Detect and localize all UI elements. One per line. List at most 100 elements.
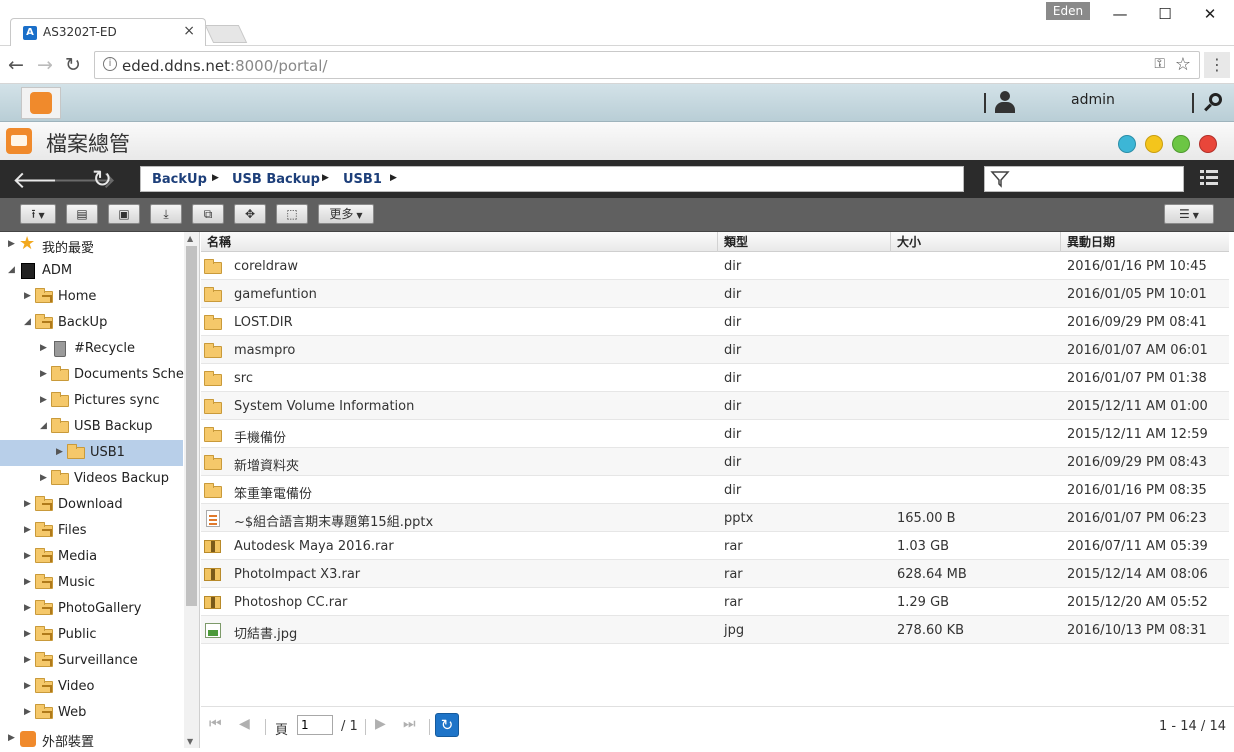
url-field[interactable]: i eded.ddns.net:8000/portal/ ⚿ ☆: [94, 51, 1200, 79]
file-row[interactable]: Autodesk Maya 2016.rar rar 1.03 GB 2016/07/…: [201, 532, 1230, 560]
breadcrumb-item[interactable]: BackUp: [152, 172, 207, 187]
file-row[interactable]: 新增資料夾 dir 2016/09/29 PM 08:43: [201, 448, 1230, 476]
browser-menu-icon[interactable]: ⋮: [1204, 52, 1230, 78]
tree-item[interactable]: ▶ 外部裝置: [0, 726, 183, 752]
file-row[interactable]: gamefuntion dir 2016/01/05 PM 10:01: [201, 280, 1230, 308]
tree-item[interactable]: ◢ BackUp: [0, 310, 183, 336]
breadcrumb-item[interactable]: USB1: [343, 172, 382, 187]
minimize-window-icon[interactable]: —: [1098, 2, 1142, 26]
username-label[interactable]: admin: [1071, 92, 1115, 108]
refresh-list-icon[interactable]: ↻: [435, 713, 459, 737]
column-header-modified[interactable]: 異動日期: [1061, 232, 1230, 252]
tree-item[interactable]: ▶ Videos Backup: [0, 466, 183, 492]
scroll-up-icon[interactable]: ▲: [187, 234, 193, 243]
search-icon[interactable]: [1203, 92, 1223, 114]
close-window-icon[interactable]: ✕: [1188, 2, 1232, 26]
tree-item[interactable]: ▶ Files: [0, 518, 183, 544]
tree-item[interactable]: ▶ Music: [0, 570, 183, 596]
file-row[interactable]: PhotoImpact X3.rar rar 628.64 MB 2015/12/14…: [201, 560, 1230, 588]
tree-item[interactable]: ▶ Home: [0, 284, 183, 310]
expand-arrow-icon[interactable]: ▶: [24, 551, 31, 561]
tree-item[interactable]: ▶ Download: [0, 492, 183, 518]
reload-icon[interactable]: ↻: [65, 54, 81, 76]
file-row[interactable]: coreldraw dir 2016/01/16 PM 10:45: [201, 252, 1230, 280]
expand-arrow-icon[interactable]: ▶: [24, 629, 31, 639]
file-row[interactable]: 手機備份 dir 2015/12/11 AM 12:59: [201, 420, 1230, 448]
back-arrow-icon[interactable]: ←: [8, 54, 24, 76]
file-row[interactable]: LOST.DIR dir 2016/09/29 PM 08:41: [201, 308, 1230, 336]
tree-item[interactable]: ◢ ADM: [0, 258, 183, 284]
tree-item[interactable]: ▶ ★ 我的最愛: [0, 232, 183, 258]
refresh-icon[interactable]: ↻: [92, 165, 112, 193]
tree-item[interactable]: ◢ USB Backup: [0, 414, 183, 440]
maximize-window-icon[interactable]: ☐: [1143, 2, 1187, 26]
tree-item[interactable]: ▶ USB1: [0, 440, 183, 466]
next-page-icon[interactable]: ▶: [375, 716, 386, 732]
column-header-name[interactable]: 名稱: [201, 232, 718, 252]
expand-arrow-icon[interactable]: ▶: [24, 525, 31, 535]
view-mode-list-icon[interactable]: [1200, 169, 1218, 187]
sidebar-scroll-thumb[interactable]: [186, 246, 197, 606]
file-row[interactable]: System Volume Information dir 2015/12/11 A…: [201, 392, 1230, 420]
expand-arrow-icon[interactable]: ▶: [24, 707, 31, 717]
saved-password-key-icon[interactable]: ⚿: [1154, 56, 1165, 72]
tree-item[interactable]: ▶ Documents Sched: [0, 362, 192, 388]
first-page-icon[interactable]: ⏮: [209, 716, 222, 732]
view-options-button[interactable]: ☰ ▼: [1164, 204, 1214, 224]
collapse-arrow-icon[interactable]: ◢: [8, 265, 15, 275]
tab-close-icon[interactable]: ×: [183, 23, 195, 39]
file-row[interactable]: 切結書.jpg jpg 278.60 KB 2016/10/13 PM 08:31: [201, 616, 1230, 644]
select-all-button[interactable]: ⬚: [276, 204, 308, 224]
filter-input[interactable]: [984, 166, 1184, 192]
file-explorer-shortcut-icon[interactable]: [21, 87, 61, 119]
file-row[interactable]: src dir 2016/01/07 PM 01:38: [201, 364, 1230, 392]
expand-arrow-icon[interactable]: ▶: [24, 681, 31, 691]
browser-tab[interactable]: A AS3202T-ED ×: [10, 18, 206, 46]
file-row[interactable]: Photoshop CC.rar rar 1.29 GB 2015/12/20 AM …: [201, 588, 1230, 616]
site-info-icon[interactable]: i: [103, 57, 117, 71]
tree-item[interactable]: ▶ Pictures sync: [0, 388, 183, 414]
expand-arrow-icon[interactable]: ▶: [40, 369, 47, 379]
tree-item[interactable]: ▶ Surveillance: [0, 648, 183, 674]
collapse-arrow-icon[interactable]: ◢: [40, 421, 47, 431]
new-share-folder-button[interactable]: ▣: [108, 204, 140, 224]
move-button[interactable]: ✥: [234, 204, 266, 224]
tree-item[interactable]: ▶ #Recycle: [0, 336, 183, 362]
expand-arrow-icon[interactable]: ▶: [24, 291, 31, 301]
new-tab-button[interactable]: [204, 25, 248, 43]
expand-arrow-icon[interactable]: ▶: [40, 473, 47, 483]
window-profile-badge[interactable]: Eden: [1046, 2, 1090, 20]
close-app-icon[interactable]: [1199, 135, 1217, 153]
expand-arrow-icon[interactable]: ▶: [40, 343, 47, 353]
collapse-arrow-icon[interactable]: ◢: [24, 317, 31, 327]
file-row[interactable]: ~$組合語言期末專題第15組.pptx pptx 165.00 B 2016/01/0…: [201, 504, 1230, 532]
last-page-icon[interactable]: ⏭: [403, 716, 416, 732]
file-row[interactable]: 笨重筆電備份 dir 2016/01/16 PM 08:35: [201, 476, 1230, 504]
expand-arrow-icon[interactable]: ▶: [56, 447, 63, 457]
breadcrumb-item[interactable]: USB Backup: [232, 172, 320, 187]
expand-arrow-icon[interactable]: ▶: [8, 733, 15, 743]
maximize-app-icon[interactable]: [1172, 135, 1190, 153]
column-header-size[interactable]: 大小: [891, 232, 1061, 252]
sidebar-scrollbar[interactable]: ▲ ▼: [184, 232, 199, 748]
download-button[interactable]: ⤓: [150, 204, 182, 224]
upload-button[interactable]: ⭱ ▼: [20, 204, 56, 224]
bookmark-star-icon[interactable]: ☆: [1175, 54, 1191, 75]
new-folder-button[interactable]: ▤: [66, 204, 98, 224]
user-icon[interactable]: [994, 91, 1016, 113]
previous-page-icon[interactable]: ◀: [239, 716, 250, 732]
scroll-down-icon[interactable]: ▼: [187, 737, 193, 746]
expand-arrow-icon[interactable]: ▶: [24, 603, 31, 613]
help-icon[interactable]: [1118, 135, 1136, 153]
expand-arrow-icon[interactable]: ▶: [40, 395, 47, 405]
file-list-scrollbar[interactable]: [1229, 232, 1234, 706]
tree-item[interactable]: ▶ Media: [0, 544, 183, 570]
tree-item[interactable]: ▶ Public: [0, 622, 183, 648]
copy-button[interactable]: ⧉: [192, 204, 224, 224]
expand-arrow-icon[interactable]: ▶: [8, 239, 15, 249]
page-number-input[interactable]: [297, 715, 333, 735]
tree-item[interactable]: ▶ Web: [0, 700, 183, 726]
expand-arrow-icon[interactable]: ▶: [24, 577, 31, 587]
forward-arrow-icon[interactable]: →: [37, 54, 53, 76]
tree-item[interactable]: ▶ Video: [0, 674, 183, 700]
